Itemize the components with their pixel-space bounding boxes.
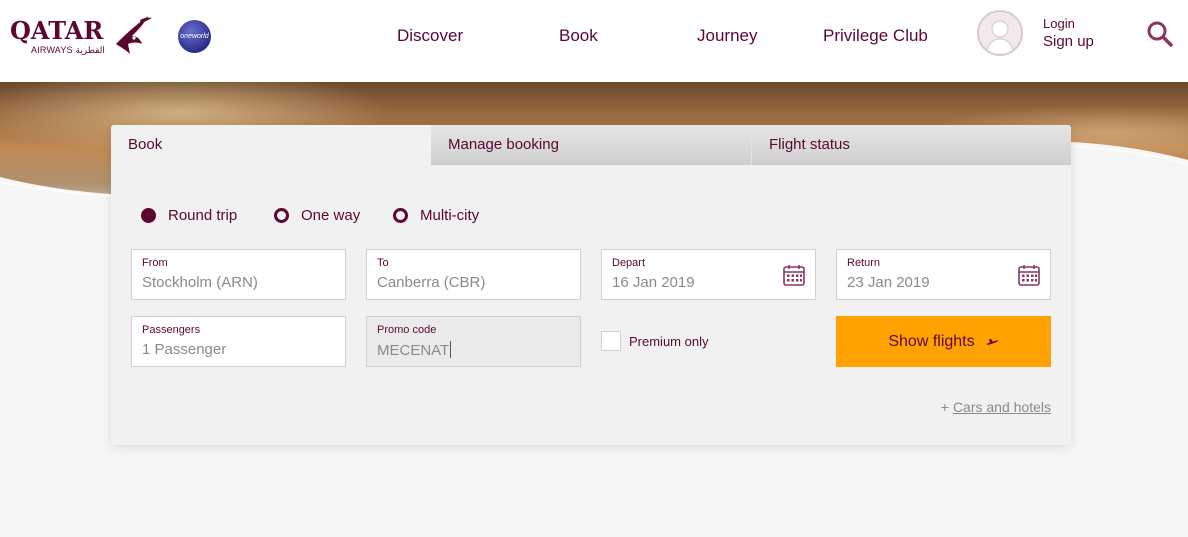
logo-wordmark: QATAR xyxy=(10,16,104,45)
radio-round-trip-label: Round trip xyxy=(168,206,238,224)
promo-code-label: Promo code xyxy=(377,324,437,336)
radio-round-trip[interactable]: Round trip xyxy=(141,205,237,225)
tab-flight-status-label: Flight status xyxy=(769,136,850,153)
radio-multi-city-label: Multi-city xyxy=(420,206,480,224)
logo-subtitle: AIRWAYS القطرية xyxy=(31,45,105,55)
return-value: 23 Jan 2019 xyxy=(847,274,930,291)
checkbox-box[interactable] xyxy=(601,331,621,351)
depart-date-field[interactable]: Depart 16 Jan 2019 xyxy=(601,249,816,300)
from-value: Stockholm (ARN) xyxy=(142,274,258,291)
tab-book-label: Book xyxy=(128,136,163,153)
tab-flight-status[interactable]: Flight status xyxy=(751,125,1071,165)
to-label: To xyxy=(377,257,389,269)
radio-unselected-icon xyxy=(393,207,408,223)
plus-icon: + xyxy=(940,399,949,415)
promo-code-text: MECENAT xyxy=(377,342,450,359)
signup-link[interactable]: Sign up xyxy=(1043,33,1094,50)
text-caret xyxy=(450,341,452,358)
user-avatar-icon[interactable] xyxy=(977,10,1023,56)
to-value: Canberra (CBR) xyxy=(377,274,486,291)
tab-manage-booking-label: Manage booking xyxy=(448,136,559,153)
nav-journey[interactable]: Journey xyxy=(697,26,757,46)
tab-book[interactable]: Book xyxy=(111,125,431,165)
cars-and-hotels-link[interactable]: + Cars and hotels xyxy=(941,399,1051,415)
search-icon[interactable] xyxy=(1146,20,1174,48)
radio-multi-city[interactable]: Multi-city xyxy=(393,205,479,225)
calendar-icon[interactable] xyxy=(783,264,805,286)
return-date-field[interactable]: Return 23 Jan 2019 xyxy=(836,249,1051,300)
nav-book[interactable]: Book xyxy=(559,26,598,46)
radio-unselected-icon xyxy=(274,207,289,223)
return-label: Return xyxy=(847,257,881,269)
show-flights-button[interactable]: Show flights xyxy=(836,316,1051,367)
promo-code-value: MECENAT xyxy=(377,341,452,359)
promo-code-field[interactable]: Promo code MECENAT xyxy=(366,316,581,367)
from-field[interactable]: From Stockholm (ARN) xyxy=(131,249,346,300)
login-link[interactable]: Login xyxy=(1043,16,1075,31)
radio-selected-icon xyxy=(141,207,156,223)
passengers-field[interactable]: Passengers 1 Passenger xyxy=(131,316,346,367)
depart-value: 16 Jan 2019 xyxy=(612,274,695,291)
cars-and-hotels-label: Cars and hotels xyxy=(952,399,1051,415)
passengers-label: Passengers xyxy=(142,324,201,336)
show-flights-label: Show flights xyxy=(888,332,975,350)
passengers-value: 1 Passenger xyxy=(142,341,227,358)
from-label: From xyxy=(142,257,168,269)
nav-privilege-club[interactable]: Privilege Club xyxy=(823,26,928,46)
oryx-logo-icon xyxy=(116,16,152,54)
radio-one-way[interactable]: One way xyxy=(274,205,360,225)
nav-discover[interactable]: Discover xyxy=(397,26,463,46)
premium-only-label: Premium only xyxy=(629,333,709,349)
booking-widget: Book Manage booking Flight status Round … xyxy=(111,125,1071,445)
tab-manage-booking[interactable]: Manage booking xyxy=(431,125,751,165)
plane-icon xyxy=(985,338,998,345)
to-field[interactable]: To Canberra (CBR) xyxy=(366,249,581,300)
site-header: QATAR AIRWAYS القطرية oneworld Discover … xyxy=(0,0,1188,82)
qatar-airways-logo[interactable]: QATAR AIRWAYS القطرية xyxy=(10,14,155,60)
oneworld-badge: oneworld xyxy=(178,20,211,53)
radio-one-way-label: One way xyxy=(301,206,361,224)
premium-only-checkbox[interactable]: Premium only xyxy=(601,331,708,351)
depart-label: Depart xyxy=(612,257,646,269)
oneworld-label: oneworld xyxy=(180,33,209,40)
calendar-icon[interactable] xyxy=(1018,264,1040,286)
